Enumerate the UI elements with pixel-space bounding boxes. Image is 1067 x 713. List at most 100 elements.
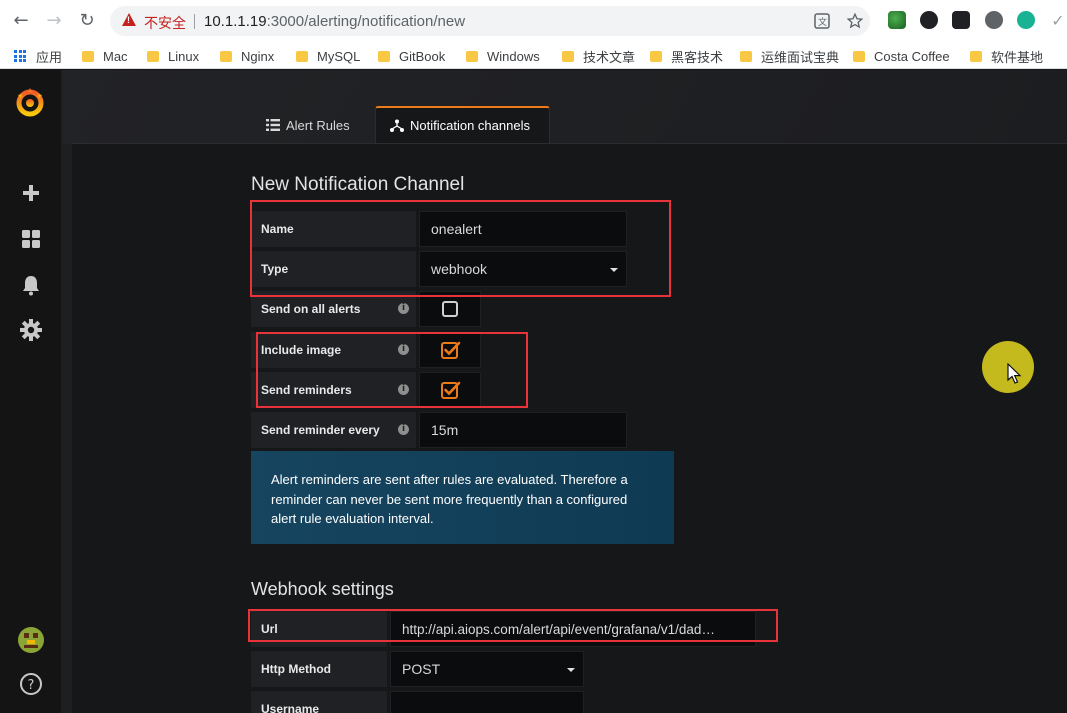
bookmark-apps[interactable]: 应用 — [14, 46, 62, 66]
help-icon[interactable]: ? — [19, 672, 43, 696]
name-field[interactable]: onealert — [419, 211, 627, 247]
bookmark-item[interactable]: GitBook — [378, 46, 445, 66]
bookmark-label: Windows — [487, 48, 540, 64]
plus-icon[interactable] — [19, 181, 43, 205]
folder-icon — [562, 50, 574, 62]
extension-reply-icon[interactable] — [920, 11, 938, 29]
tab-label: Alert Rules — [286, 117, 350, 133]
bookmark-label: Mac — [103, 48, 128, 64]
info-icon[interactable]: i — [398, 344, 409, 355]
send-all-checkbox[interactable] — [442, 301, 458, 317]
send-all-label-text: Send on all alerts — [261, 302, 361, 316]
dashboards-icon[interactable] — [19, 227, 43, 251]
send-reminders-checkbox[interactable] — [441, 381, 461, 399]
bookmark-label: GitBook — [399, 48, 446, 64]
type-label: Type — [251, 251, 416, 287]
svg-text:文: 文 — [818, 16, 827, 28]
bookmark-label: 软件基地 — [991, 49, 1044, 65]
mouse-cursor-icon — [1007, 363, 1022, 384]
translate-icon[interactable]: 文 — [814, 13, 830, 29]
http-method-select[interactable]: POST — [390, 651, 584, 687]
folder-icon — [147, 50, 159, 62]
extension-sync-icon[interactable] — [1017, 11, 1035, 29]
info-icon[interactable]: i — [398, 424, 409, 435]
http-method-label: Http Method — [251, 651, 387, 687]
check-icon[interactable]: ✓ — [1046, 9, 1067, 33]
address-bar[interactable]: 不安全 10.1.1.19:3000/alerting/notification… — [110, 6, 870, 36]
folder-icon — [378, 50, 390, 62]
bookmarks-bar: 应用 Mac Linux Nginx MySQL GitBook Windows… — [0, 42, 1067, 69]
bookmark-label: 技术文章 — [583, 49, 636, 65]
url-label: Url — [251, 611, 387, 647]
security-label: 不安全 — [144, 15, 186, 31]
reload-icon[interactable]: ↻ — [75, 9, 99, 33]
info-icon[interactable]: i — [398, 384, 409, 395]
send-reminders-label-text: Send reminders — [261, 383, 352, 397]
extension-square-icon[interactable] — [952, 11, 970, 29]
extension-gear-icon[interactable] — [985, 11, 1003, 29]
tab-notification-channels[interactable]: Notification channels — [375, 106, 550, 144]
chevron-down-icon — [610, 268, 618, 272]
warning-icon — [122, 13, 136, 26]
include-image-checkbox[interactable] — [441, 341, 461, 359]
content-area: New Notification Channel Name onealert T… — [72, 144, 1067, 713]
channels-icon — [390, 119, 404, 132]
bookmark-item[interactable]: Linux — [147, 46, 199, 66]
username-label: Username — [251, 691, 387, 713]
name-label: Name — [251, 211, 416, 247]
bookmark-item[interactable]: 黑客技术 — [650, 46, 723, 66]
bookmark-label: Nginx — [241, 48, 275, 64]
list-icon — [266, 119, 280, 131]
folder-icon — [853, 50, 865, 62]
bookmark-item[interactable]: Windows — [466, 46, 540, 66]
info-icon[interactable]: i — [398, 303, 409, 314]
username-field[interactable] — [390, 691, 584, 713]
bookmark-item[interactable]: 技术文章 — [562, 46, 635, 66]
bookmark-label: MySQL — [317, 48, 361, 64]
bookmark-item[interactable]: MySQL — [296, 46, 360, 66]
bookmark-star-icon[interactable] — [846, 12, 864, 30]
bookmark-item[interactable]: 软件基地 — [970, 46, 1043, 66]
back-arrow-icon[interactable]: ← — [9, 9, 33, 33]
send-all-checkbox-cell[interactable] — [419, 291, 481, 327]
folder-icon — [650, 50, 662, 62]
bookmark-label: Linux — [168, 48, 200, 64]
send-all-label: Send on all alerts i — [251, 291, 416, 327]
bookmark-item[interactable]: Costa Coffee — [853, 46, 950, 66]
bell-icon[interactable] — [19, 273, 43, 297]
browser-toolbar: ← → ↻ 不安全 10.1.1.19:3000/alerting/notifi… — [0, 0, 1067, 42]
extension-globe-icon[interactable] — [888, 11, 906, 29]
forward-arrow-icon[interactable]: → — [42, 9, 66, 33]
include-image-checkbox-cell[interactable] — [419, 332, 481, 368]
sidebar: ? — [0, 70, 62, 713]
bookmark-label: Costa Coffee — [874, 48, 950, 64]
http-method-value: POST — [402, 661, 441, 677]
include-image-label-text: Include image — [261, 343, 342, 357]
bookmark-item[interactable]: 运维面试宝典 — [740, 46, 839, 66]
page-title: New Notification Channel — [251, 174, 465, 195]
url-field[interactable]: http://api.aiops.com/alert/api/event/gra… — [390, 611, 756, 647]
bookmark-label: 黑客技术 — [671, 49, 724, 65]
type-select-value: webhook — [431, 261, 488, 277]
webhook-settings-title: Webhook settings — [251, 579, 394, 599]
gear-icon[interactable] — [19, 318, 43, 342]
avatar[interactable] — [18, 627, 44, 653]
include-image-label: Include image i — [251, 332, 416, 368]
bookmark-item[interactable]: Mac — [82, 46, 128, 66]
type-select[interactable]: webhook — [419, 251, 627, 287]
folder-icon — [296, 50, 308, 62]
chevron-down-icon — [567, 668, 575, 672]
folder-icon — [970, 50, 982, 62]
bookmark-item[interactable]: Nginx — [220, 46, 274, 66]
address-divider — [194, 14, 195, 29]
reminder-info-box: Alert reminders are sent after rules are… — [251, 451, 674, 544]
folder-icon — [740, 50, 752, 62]
grafana-logo-icon[interactable] — [14, 86, 46, 118]
reminder-every-label-text: Send reminder every — [261, 423, 380, 437]
svg-text:?: ? — [28, 678, 35, 693]
send-reminders-checkbox-cell[interactable] — [419, 372, 481, 408]
url-host: 10.1.1.19 — [204, 13, 267, 30]
tab-alert-rules[interactable]: Alert Rules — [266, 106, 350, 144]
bookmark-label: 运维面试宝典 — [761, 49, 840, 65]
reminder-every-field[interactable]: 15m — [419, 412, 627, 448]
